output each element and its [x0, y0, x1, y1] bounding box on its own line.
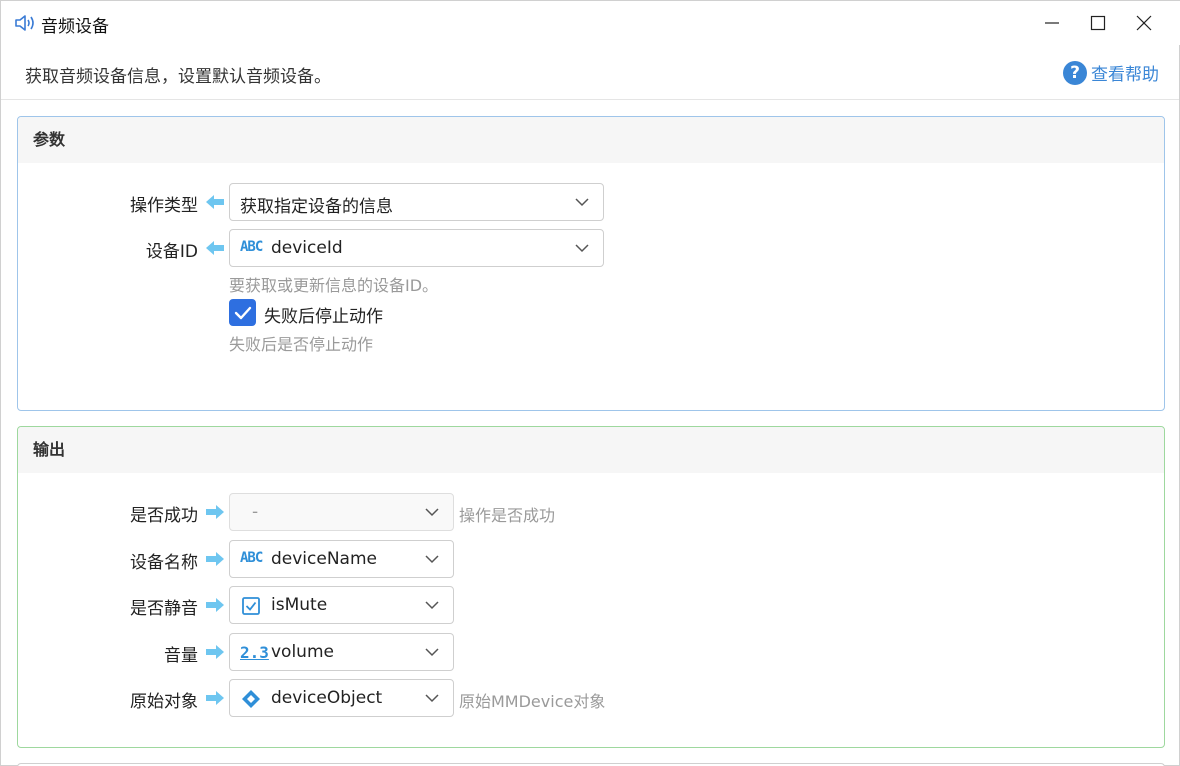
device-object-value: deviceObject	[271, 688, 383, 708]
maximize-button[interactable]	[1075, 1, 1121, 45]
help-icon: ?	[1063, 60, 1087, 85]
is-mute-select[interactable]: isMute	[229, 586, 454, 624]
window-title: 音频设备	[41, 17, 109, 37]
description-bar: 获取音频设备信息，设置默认音频设备。 ? 查看帮助	[1, 45, 1179, 100]
close-button[interactable]	[1121, 1, 1167, 45]
audio-device-dialog: 音频设备 获取音频设备信息，设置默认音频设备。 ? 查看帮助 参数 操作类型 获…	[0, 0, 1180, 766]
success-select[interactable]: -	[229, 493, 454, 531]
output-arrow-icon	[206, 691, 224, 705]
volume-select[interactable]: 2.3 volume	[229, 633, 454, 671]
device-id-select[interactable]: ABC deviceId	[229, 229, 604, 267]
success-label: 是否成功	[130, 506, 198, 526]
chevron-down-icon	[425, 601, 439, 610]
maximize-icon	[1090, 15, 1106, 31]
stop-on-fail-label[interactable]: 失败后停止动作	[264, 302, 383, 327]
success-value: -	[252, 502, 259, 522]
device-name-value: deviceName	[271, 549, 377, 569]
device-name-select[interactable]: ABC deviceName	[229, 540, 454, 578]
chevron-down-icon	[425, 555, 439, 564]
object-type-icon	[242, 690, 260, 708]
chevron-down-icon	[575, 244, 589, 253]
device-object-label: 原始对象	[130, 692, 198, 712]
help-label: 查看帮助	[1091, 65, 1159, 85]
output-row-success: 是否成功 - 操作是否成功	[18, 493, 1118, 531]
device-object-hint: 原始MMDevice对象	[459, 692, 606, 711]
operation-row: 操作类型 获取指定设备的信息	[18, 183, 1118, 221]
volume-value: volume	[271, 642, 334, 662]
output-row-is-mute: 是否静音 isMute	[18, 586, 1118, 624]
is-mute-value: isMute	[271, 595, 328, 615]
operation-label: 操作类型	[130, 196, 198, 216]
output-arrow-icon	[206, 505, 224, 519]
number-type-icon: 2.3	[240, 643, 269, 662]
operation-value: 获取指定设备的信息	[240, 197, 393, 217]
output-panel: 输出 是否成功 - 操作是否成功 设备名称 ABC deviceName 是否静…	[17, 426, 1165, 748]
checkmark-icon	[234, 306, 251, 319]
params-panel: 参数 操作类型 获取指定设备的信息 设备ID ABC deviceId 要获取或…	[17, 116, 1165, 411]
speaker-icon	[15, 15, 34, 31]
output-row-device-name: 设备名称 ABC deviceName	[18, 540, 1118, 578]
output-arrow-icon	[206, 645, 224, 659]
device-object-select[interactable]: deviceObject	[229, 679, 454, 717]
chevron-down-icon	[425, 694, 439, 703]
chevron-down-icon	[575, 198, 589, 207]
is-mute-label: 是否静音	[130, 599, 198, 619]
device-id-hint: 要获取或更新信息的设备ID。	[229, 276, 439, 295]
output-arrow-icon	[206, 598, 224, 612]
dialog-description: 获取音频设备信息，设置默认音频设备。	[25, 67, 331, 87]
params-heading: 参数	[18, 117, 1164, 163]
device-id-value: deviceId	[271, 238, 343, 258]
success-hint: 操作是否成功	[459, 506, 556, 525]
device-name-label: 设备名称	[130, 553, 198, 573]
device-id-label: 设备ID	[145, 242, 198, 262]
minimize-icon	[1045, 22, 1059, 24]
help-link[interactable]: ? 查看帮助	[1063, 60, 1159, 85]
chevron-down-icon	[425, 508, 439, 517]
device-id-row: 设备ID ABC deviceId	[18, 229, 1118, 267]
volume-label: 音量	[164, 646, 198, 666]
minimize-button[interactable]	[1029, 1, 1075, 45]
input-arrow-icon	[206, 195, 224, 209]
input-arrow-icon	[206, 241, 224, 255]
output-arrow-icon	[206, 552, 224, 566]
stop-on-fail-checkbox[interactable]	[229, 299, 256, 326]
output-row-device-object: 原始对象 deviceObject 原始MMDevice对象	[18, 679, 1118, 717]
chevron-down-icon	[425, 648, 439, 657]
output-heading: 输出	[18, 427, 1164, 473]
boolean-type-icon	[242, 597, 260, 615]
text-type-icon: ABC	[240, 239, 263, 255]
text-type-icon: ABC	[240, 550, 263, 566]
close-icon	[1136, 15, 1152, 31]
operation-select[interactable]: 获取指定设备的信息	[229, 183, 604, 221]
output-row-volume: 音量 2.3 volume	[18, 633, 1118, 671]
title-bar: 音频设备	[1, 1, 1180, 45]
stop-on-fail-hint: 失败后是否停止动作	[229, 335, 374, 354]
